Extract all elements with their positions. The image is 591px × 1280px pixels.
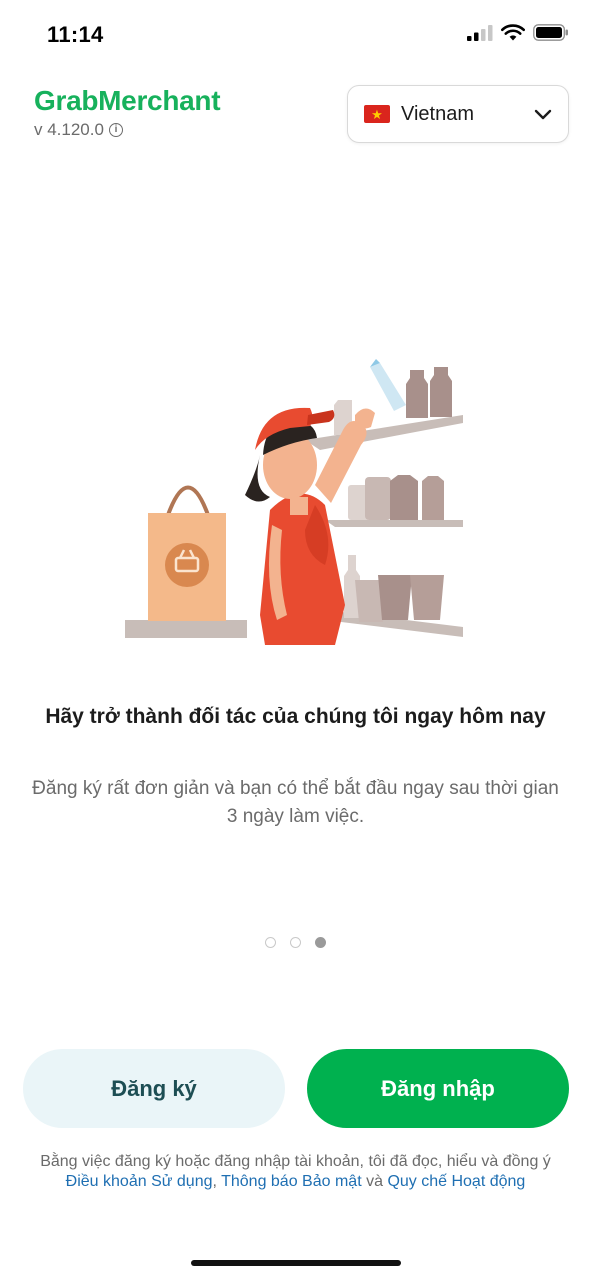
page-dot-1[interactable] [265, 937, 276, 948]
onboarding-subtext: Đăng ký rất đơn giản và bạn có thể bắt đ… [32, 778, 559, 827]
onboarding-illustration [125, 359, 463, 645]
status-time: 11:14 [47, 22, 104, 47]
country-label: Vietnam [401, 102, 475, 125]
battery-icon [533, 24, 568, 41]
login-button[interactable]: Đăng nhập [307, 1049, 569, 1128]
legal-prefix: Bằng việc đăng ký hoặc đăng nhập tài kho… [40, 1153, 551, 1170]
cellular-signal-icon [467, 24, 493, 41]
country-select[interactable]: ★ Vietnam [347, 85, 569, 143]
signup-button[interactable]: Đăng ký [23, 1049, 285, 1128]
operating-rules-link[interactable]: Quy chế Hoạt động [387, 1173, 525, 1190]
page-dot-3-active[interactable] [315, 937, 326, 948]
version-text: v 4.120.0 [34, 120, 104, 139]
status-bar: 11:14 [0, 0, 591, 70]
page-indicator [0, 937, 591, 948]
home-indicator[interactable] [191, 1260, 401, 1266]
legal-separator: , [212, 1173, 222, 1190]
terms-of-use-link[interactable]: Điều khoản Sử dụng [66, 1173, 213, 1190]
privacy-notice-link[interactable]: Thông báo Bảo mật [221, 1173, 362, 1190]
bottle-in-hand [370, 359, 406, 411]
brand: GrabMerchant v 4.120.0 i [34, 85, 221, 140]
onboarding-headline: Hãy trở thành đối tác của chúng tôi ngay… [45, 705, 546, 728]
page-dot-2[interactable] [290, 937, 301, 948]
shopping-bag [125, 485, 247, 638]
status-icons [467, 24, 569, 41]
legal-notice: Bằng việc đăng ký hoặc đăng nhập tài kho… [30, 1152, 561, 1192]
info-icon[interactable]: i [108, 123, 123, 137]
version-row[interactable]: v 4.120.0 i [34, 120, 220, 140]
grab-merchant-logo: GrabMerchant [34, 85, 221, 116]
legal-and: và [361, 1173, 388, 1190]
chevron-down-icon [534, 109, 552, 119]
vietnam-flag-icon: ★ [364, 105, 390, 123]
wifi-icon [501, 24, 525, 41]
